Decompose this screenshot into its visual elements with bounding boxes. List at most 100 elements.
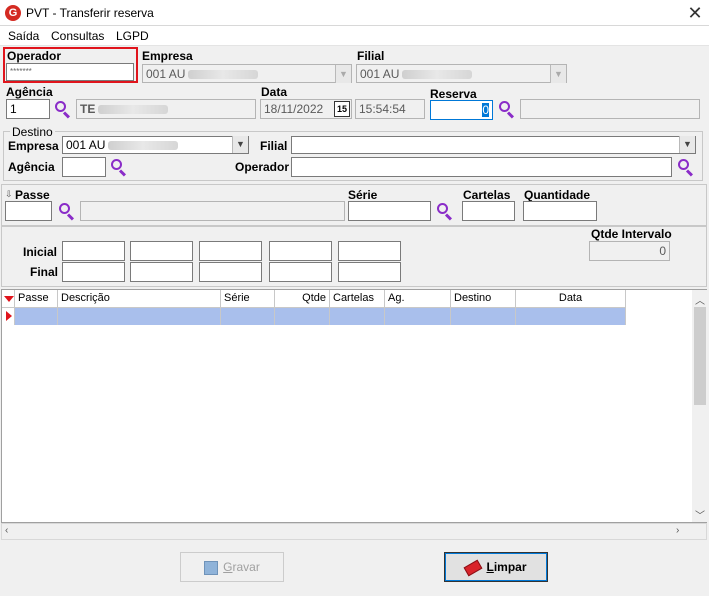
col-passe[interactable]: Passe: [15, 290, 58, 308]
save-icon: [204, 560, 219, 575]
empresa-redacted: [188, 70, 259, 80]
qtde-intervalo-label: Qtde Intervalo: [591, 227, 672, 241]
limpar-label: impar: [493, 560, 527, 574]
col-cartelas[interactable]: Cartelas: [330, 290, 385, 308]
row-indicator[interactable]: [2, 308, 15, 325]
menu-saida[interactable]: Saída: [8, 29, 39, 43]
filial-label: Filial: [357, 49, 385, 63]
filial-redacted: [402, 70, 473, 80]
operador-input[interactable]: *******: [6, 63, 134, 81]
cartelas-input[interactable]: [462, 201, 515, 221]
empresa-combo[interactable]: 001 AU: [142, 64, 352, 83]
agencia-input[interactable]: 1: [6, 99, 50, 119]
agencia-name: TE: [80, 102, 96, 116]
limpar-first-letter: L: [486, 560, 494, 574]
operador-label: Operador: [7, 49, 62, 63]
destino-operador-search-icon[interactable]: [678, 159, 694, 177]
reserva-grid[interactable]: Passe Descrição Série Qtde Cartelas Ag. …: [1, 289, 708, 523]
destino-filial-combo[interactable]: [291, 136, 696, 154]
horizontal-scrollbar[interactable]: ‹ ›: [1, 523, 707, 540]
reserva-search-icon[interactable]: [499, 101, 515, 119]
calendar-icon[interactable]: 15: [334, 101, 350, 117]
destino-empresa-label: Empresa: [8, 139, 59, 153]
table-row-cell[interactable]: [221, 308, 275, 325]
final-input-3[interactable]: [199, 262, 262, 282]
sort-down-icon: [4, 296, 14, 302]
close-icon[interactable]: ✕: [684, 2, 706, 24]
destino-agencia-label: Agência: [8, 160, 55, 174]
empresa-dropdown-icon[interactable]: ▼: [335, 65, 351, 83]
serie-input[interactable]: [348, 201, 431, 221]
filial-combo[interactable]: 001 AU: [356, 64, 567, 83]
destino-group-label: Destino: [10, 125, 55, 139]
destino-empresa-value: 001 AU: [66, 138, 106, 152]
filial-value: 001 AU: [360, 67, 400, 81]
row-pointer-icon: [6, 311, 12, 321]
menu-bar: [0, 26, 709, 46]
agencia-search-icon[interactable]: [55, 101, 71, 119]
destino-operador-input[interactable]: [291, 157, 672, 177]
gravar-label: ravar: [232, 560, 260, 574]
qtde-intervalo-field: 0: [589, 241, 670, 261]
cartelas-label: Cartelas: [463, 188, 511, 202]
table-row-cell[interactable]: [275, 308, 330, 325]
menu-lgpd[interactable]: LGPD: [116, 29, 149, 43]
scroll-right-icon[interactable]: ›: [676, 525, 679, 536]
destino-agencia-search-icon[interactable]: [111, 159, 127, 177]
inicial-input-5[interactable]: [338, 241, 401, 261]
passe-input[interactable]: [5, 201, 52, 221]
serie-search-icon[interactable]: [437, 203, 453, 221]
final-label: Final: [30, 265, 59, 279]
destino-operador-label: Operador: [235, 160, 290, 174]
inicial-input-3[interactable]: [199, 241, 262, 261]
final-input-2[interactable]: [130, 262, 193, 282]
final-input-5[interactable]: [338, 262, 401, 282]
serie-label: Série: [348, 188, 378, 202]
table-row-cell[interactable]: [330, 308, 385, 325]
table-row-cell[interactable]: [451, 308, 516, 325]
inicial-input-2[interactable]: [130, 241, 193, 261]
final-input-1[interactable]: [62, 262, 125, 282]
destino-empresa-combo[interactable]: 001 AU: [62, 136, 249, 154]
gravar-first-letter: G: [223, 560, 233, 574]
col-destino[interactable]: Destino: [451, 290, 516, 308]
table-row-cell[interactable]: [516, 308, 626, 325]
table-row-cell[interactable]: [58, 308, 221, 325]
data-label: Data: [261, 85, 288, 99]
destino-agencia-input[interactable]: [62, 157, 106, 177]
col-qtde[interactable]: Qtde: [275, 290, 330, 308]
table-row[interactable]: [15, 308, 58, 325]
scroll-left-icon[interactable]: ‹: [5, 525, 8, 536]
filial-dropdown-icon[interactable]: ▼: [550, 65, 566, 83]
quantidade-input[interactable]: [523, 201, 597, 221]
reserva-input[interactable]: 0: [430, 100, 493, 120]
agencia-label: Agência: [6, 85, 53, 99]
scroll-thumb[interactable]: [694, 307, 706, 405]
col-descricao[interactable]: Descrição: [58, 290, 221, 308]
destino-empresa-redacted: [108, 141, 179, 151]
menu-consultas[interactable]: Consultas: [51, 29, 104, 43]
destino-filial-dropdown-icon[interactable]: ▼: [679, 136, 695, 153]
agencia-name-redacted: [98, 105, 169, 115]
col-ag[interactable]: Ag.: [385, 290, 451, 308]
vertical-scrollbar[interactable]: ︿ ﹀: [692, 290, 708, 522]
app-logo-icon: G: [5, 5, 21, 21]
destino-empresa-dropdown-icon[interactable]: ▼: [232, 136, 248, 153]
inicial-input-1[interactable]: [62, 241, 125, 261]
limpar-button[interactable]: Limpar: [444, 552, 548, 582]
col-data[interactable]: Data: [516, 290, 626, 308]
quantidade-label: Quantidade: [524, 188, 591, 202]
scroll-down-icon[interactable]: ﹀: [695, 507, 705, 522]
table-row-cell[interactable]: [385, 308, 451, 325]
col-serie[interactable]: Série: [221, 290, 275, 308]
passe-description-field: [80, 201, 345, 221]
gravar-button[interactable]: Gravar: [180, 552, 284, 582]
inicial-label: Inicial: [23, 245, 58, 259]
agencia-name-field: TE: [76, 99, 256, 119]
empresa-value: 001 AU: [146, 67, 186, 81]
inicial-input-4[interactable]: [269, 241, 332, 261]
reserva-value: 0: [482, 103, 489, 117]
scroll-up-icon[interactable]: ︿: [695, 292, 705, 307]
final-input-4[interactable]: [269, 262, 332, 282]
passe-search-icon[interactable]: [59, 203, 75, 221]
